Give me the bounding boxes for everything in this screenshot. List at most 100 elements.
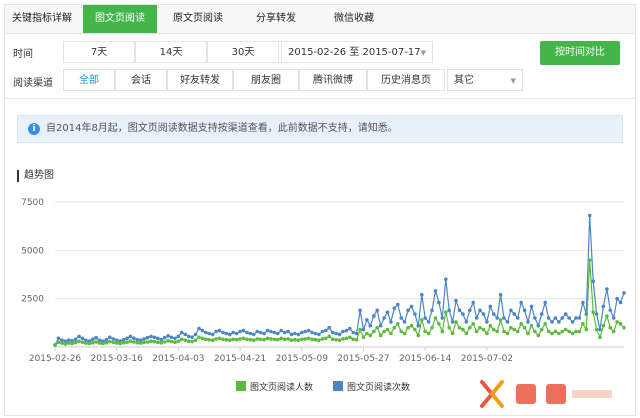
data-point bbox=[622, 291, 626, 295]
data-point bbox=[286, 329, 290, 334]
data-point bbox=[416, 323, 421, 328]
data-point bbox=[444, 277, 448, 282]
data-point bbox=[406, 308, 410, 313]
data-point bbox=[550, 331, 554, 336]
data-point bbox=[512, 327, 517, 332]
data-point bbox=[553, 329, 558, 334]
data-point bbox=[519, 300, 523, 305]
data-point bbox=[128, 339, 133, 344]
data-point bbox=[399, 329, 404, 334]
data-point bbox=[577, 329, 582, 334]
data-point bbox=[108, 339, 112, 344]
data-point bbox=[248, 331, 253, 336]
data-point bbox=[450, 331, 455, 336]
data-point bbox=[276, 331, 280, 336]
data-point bbox=[303, 329, 308, 334]
data-point bbox=[344, 328, 349, 333]
data-point bbox=[334, 331, 338, 336]
data-point bbox=[173, 340, 177, 345]
data-point bbox=[601, 304, 606, 309]
x-tick-label: 2015-02-26 bbox=[29, 354, 82, 364]
data-point bbox=[498, 293, 503, 297]
data-point bbox=[334, 337, 338, 342]
data-point bbox=[447, 308, 452, 313]
data-point bbox=[56, 340, 61, 345]
data-point bbox=[447, 325, 452, 330]
data-point bbox=[296, 338, 301, 343]
data-point bbox=[180, 337, 184, 342]
data-point bbox=[190, 335, 194, 340]
data-point bbox=[409, 304, 414, 309]
data-point bbox=[262, 331, 266, 336]
data-point bbox=[272, 330, 277, 335]
data-point bbox=[159, 340, 164, 345]
data-point bbox=[217, 328, 222, 333]
data-point bbox=[265, 328, 270, 333]
data-point bbox=[526, 320, 530, 324]
data-point bbox=[176, 339, 181, 344]
data-point bbox=[77, 334, 81, 339]
data-point bbox=[214, 337, 218, 341]
data-point bbox=[454, 298, 458, 303]
data-point bbox=[162, 335, 167, 340]
data-point bbox=[327, 325, 332, 330]
data-point bbox=[125, 336, 129, 341]
data-point bbox=[382, 316, 386, 320]
data-point bbox=[615, 320, 619, 324]
data-point bbox=[73, 337, 78, 342]
x-tick-label: 2015-05-09 bbox=[276, 354, 329, 364]
data-point bbox=[276, 337, 280, 342]
data-point bbox=[166, 334, 170, 338]
legend-label: 图文页阅读人数 bbox=[250, 381, 313, 393]
data-point bbox=[546, 329, 551, 334]
data-point bbox=[101, 341, 105, 346]
data-point bbox=[111, 340, 116, 345]
data-point bbox=[522, 308, 527, 313]
data-point bbox=[156, 340, 160, 345]
data-point bbox=[193, 332, 198, 337]
data-point bbox=[313, 331, 318, 336]
data-point bbox=[145, 335, 150, 340]
y-tick-label: 7500 bbox=[21, 198, 44, 208]
data-point bbox=[204, 330, 208, 335]
data-point bbox=[132, 336, 136, 341]
data-point bbox=[152, 339, 157, 344]
data-point bbox=[581, 300, 585, 305]
data-point bbox=[474, 316, 479, 320]
brand-watermark bbox=[480, 380, 612, 408]
data-point bbox=[420, 318, 424, 322]
data-point bbox=[464, 331, 469, 336]
data-point bbox=[118, 341, 122, 346]
data-point bbox=[245, 337, 249, 342]
data-point bbox=[505, 320, 510, 324]
y-tick-label: 2500 bbox=[21, 295, 44, 305]
data-point bbox=[389, 331, 393, 336]
data-point bbox=[485, 331, 489, 336]
data-point bbox=[269, 329, 273, 334]
data-point bbox=[138, 341, 143, 345]
x-tick-label: 2015-05-27 bbox=[337, 354, 389, 364]
data-point bbox=[577, 316, 582, 320]
data-point bbox=[351, 330, 356, 335]
series-line bbox=[54, 259, 625, 346]
data-point bbox=[372, 314, 376, 318]
data-point bbox=[234, 337, 239, 342]
data-point bbox=[258, 337, 263, 342]
data-point bbox=[145, 340, 150, 344]
legend-label: 图文页阅读次数 bbox=[347, 381, 410, 393]
data-point bbox=[358, 308, 362, 313]
data-point bbox=[471, 322, 476, 326]
data-point bbox=[563, 327, 568, 332]
data-point bbox=[450, 320, 455, 324]
data-point bbox=[567, 316, 571, 320]
data-point bbox=[567, 329, 571, 334]
data-point bbox=[255, 329, 259, 334]
data-point bbox=[186, 339, 191, 344]
data-point bbox=[176, 334, 181, 339]
data-point bbox=[348, 335, 352, 340]
chart-series bbox=[53, 213, 626, 347]
data-point bbox=[546, 316, 551, 320]
data-point bbox=[553, 316, 558, 320]
data-point bbox=[330, 330, 335, 335]
data-point bbox=[344, 336, 349, 341]
